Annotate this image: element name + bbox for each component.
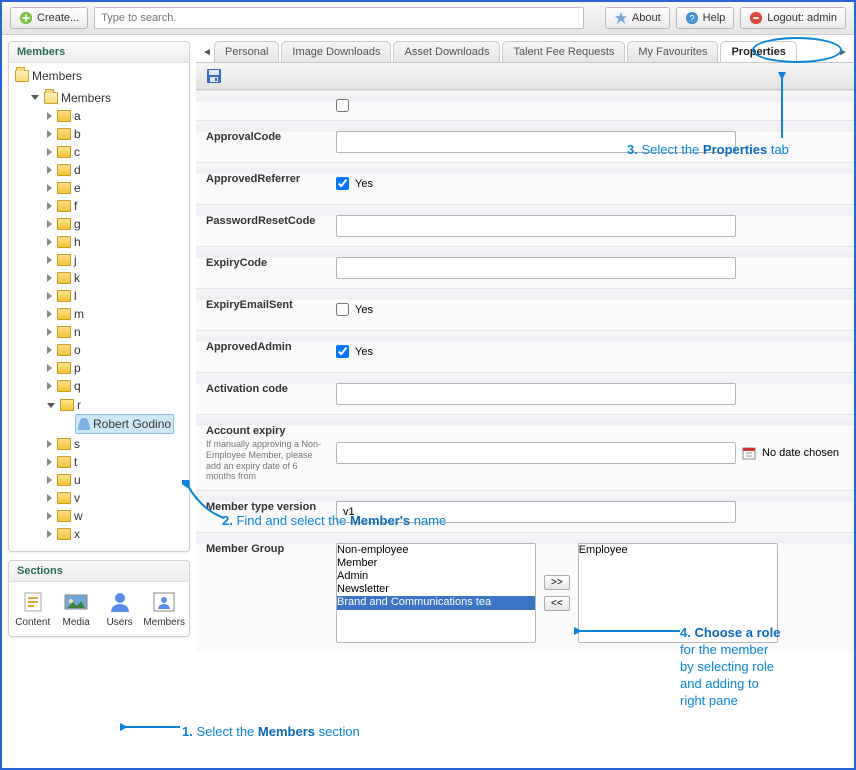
tree-folder-c[interactable]: c bbox=[45, 143, 82, 161]
search-input[interactable] bbox=[94, 7, 584, 29]
members-tree[interactable]: Members Members a b c d e f g h j k l m … bbox=[9, 63, 189, 551]
expirycode-label: ExpiryCode bbox=[206, 255, 326, 280]
help-button[interactable]: ? Help bbox=[676, 7, 735, 29]
sections-title: Sections bbox=[9, 561, 189, 582]
tree-root-members[interactable]: Members bbox=[13, 67, 84, 85]
members-tree-panel: Members Members Members a b c d e f g h … bbox=[8, 41, 190, 552]
save-button[interactable] bbox=[206, 68, 222, 84]
tree-folder-k[interactable]: k bbox=[45, 269, 82, 287]
membertypeversion-input[interactable] bbox=[336, 501, 736, 523]
logout-icon bbox=[749, 11, 763, 25]
about-button[interactable]: About bbox=[605, 7, 670, 29]
section-content-icon bbox=[19, 590, 47, 614]
plus-icon bbox=[19, 11, 33, 25]
section-users[interactable]: Users bbox=[100, 590, 139, 628]
approvedadmin-label: ApprovedAdmin bbox=[206, 339, 326, 364]
approvedadmin-checkbox[interactable] bbox=[336, 345, 349, 358]
help-icon: ? bbox=[685, 11, 699, 25]
tree-folder-b[interactable]: b bbox=[45, 125, 83, 143]
section-media[interactable]: Media bbox=[56, 590, 95, 628]
approvalcode-label: ApprovalCode bbox=[206, 129, 326, 154]
tab-scroll-left[interactable]: ◄ bbox=[202, 47, 212, 62]
membergroup-add-button[interactable]: >> bbox=[544, 575, 570, 590]
approvalcode-input[interactable] bbox=[336, 131, 736, 153]
properties-form: ApprovalCode ApprovedReferrer Yes Passwo… bbox=[196, 90, 854, 767]
tree-folder-g[interactable]: g bbox=[45, 215, 83, 233]
logout-label: Logout: admin bbox=[767, 12, 837, 24]
section-members-icon bbox=[150, 590, 178, 614]
accountexpiry-nodate: No date chosen bbox=[762, 447, 839, 459]
tab-talent-fee-requests[interactable]: Talent Fee Requests bbox=[502, 41, 625, 62]
tree-folder-x[interactable]: x bbox=[45, 525, 82, 543]
section-content[interactable]: Content bbox=[13, 590, 52, 628]
tree-folder-a[interactable]: a bbox=[45, 107, 83, 125]
tree-folder-s[interactable]: s bbox=[45, 435, 82, 453]
tree-folder-q[interactable]: q bbox=[45, 377, 83, 395]
tab-asset-downloads[interactable]: Asset Downloads bbox=[393, 41, 500, 62]
tree-folder-j[interactable]: j bbox=[45, 251, 79, 269]
passwordresetcode-label: PasswordResetCode bbox=[206, 213, 326, 238]
tab-image-downloads[interactable]: Image Downloads bbox=[281, 41, 391, 62]
membertypeversion-label: Member type version bbox=[206, 499, 326, 524]
tab-properties[interactable]: Properties bbox=[720, 41, 796, 62]
tree-folder-v[interactable]: v bbox=[45, 489, 82, 507]
create-label: Create... bbox=[37, 12, 79, 24]
tree-folder-r[interactable]: r bbox=[45, 396, 83, 414]
tree-folder-f[interactable]: f bbox=[45, 197, 79, 215]
passwordresetcode-input[interactable] bbox=[336, 215, 736, 237]
tree-folder-w[interactable]: w bbox=[45, 507, 85, 525]
expiryemailsent-label: ExpiryEmailSent bbox=[206, 297, 326, 322]
tree-folder-p[interactable]: p bbox=[45, 359, 83, 377]
activationcode-label: Activation code bbox=[206, 381, 326, 406]
create-button[interactable]: Create... bbox=[10, 7, 88, 29]
expirycode-input[interactable] bbox=[336, 257, 736, 279]
approvedreferrer-checkbox[interactable] bbox=[336, 177, 349, 190]
tab-personal[interactable]: Personal bbox=[214, 41, 279, 62]
tree-folder-h[interactable]: h bbox=[45, 233, 83, 251]
tree-folder-n[interactable]: n bbox=[45, 323, 83, 341]
approvedadmin-yes: Yes bbox=[355, 346, 373, 358]
sections-panel: Sections ContentMediaUsersMembers bbox=[8, 560, 190, 637]
accountexpiry-hint: If manually approving a Non-Employee Mem… bbox=[206, 439, 326, 482]
svg-text:?: ? bbox=[689, 14, 694, 25]
tree-folder-t[interactable]: t bbox=[45, 453, 79, 471]
membergroup-remove-button[interactable]: << bbox=[544, 596, 570, 611]
approvedreferrer-label: ApprovedReferrer bbox=[206, 171, 326, 196]
about-icon bbox=[614, 11, 628, 25]
about-label: About bbox=[632, 12, 661, 24]
section-media-icon bbox=[62, 590, 90, 614]
membergroup-chosen-list[interactable]: Employee bbox=[578, 543, 778, 643]
tree-folder-l[interactable]: l bbox=[45, 287, 79, 305]
tab-strip: ◄ PersonalImage DownloadsAsset Downloads… bbox=[196, 35, 854, 62]
section-members[interactable]: Members bbox=[143, 590, 185, 628]
tree-folder-u[interactable]: u bbox=[45, 471, 83, 489]
tree-group-members[interactable]: Members bbox=[29, 89, 113, 107]
members-panel-title: Members bbox=[9, 42, 189, 63]
tree-folder-o[interactable]: o bbox=[45, 341, 83, 359]
calendar-icon[interactable] bbox=[742, 446, 756, 460]
membergroup-label: Member Group bbox=[206, 541, 326, 644]
tree-folder-d[interactable]: d bbox=[45, 161, 83, 179]
accountexpiry-label: Account expiry If manually approving a N… bbox=[206, 423, 326, 482]
tab-my-favourites[interactable]: My Favourites bbox=[627, 41, 718, 62]
tree-member-selected[interactable]: Robert Godino bbox=[75, 414, 174, 434]
tab-scroll-right[interactable]: ► bbox=[838, 47, 848, 62]
membergroup-available-list[interactable]: Non-employeeMemberAdminNewsletterBrand a… bbox=[336, 543, 536, 643]
expiryemailsent-checkbox[interactable] bbox=[336, 303, 349, 316]
approvedreferrer-yes: Yes bbox=[355, 178, 373, 190]
top-stray-checkbox[interactable] bbox=[336, 99, 349, 112]
tree-folder-e[interactable]: e bbox=[45, 179, 83, 197]
expiryemailsent-yes: Yes bbox=[355, 304, 373, 316]
tree-folder-m[interactable]: m bbox=[45, 305, 86, 323]
activationcode-input[interactable] bbox=[336, 383, 736, 405]
logout-button[interactable]: Logout: admin bbox=[740, 7, 846, 29]
section-users-icon bbox=[106, 590, 134, 614]
accountexpiry-input[interactable] bbox=[336, 442, 736, 464]
help-label: Help bbox=[703, 12, 726, 24]
